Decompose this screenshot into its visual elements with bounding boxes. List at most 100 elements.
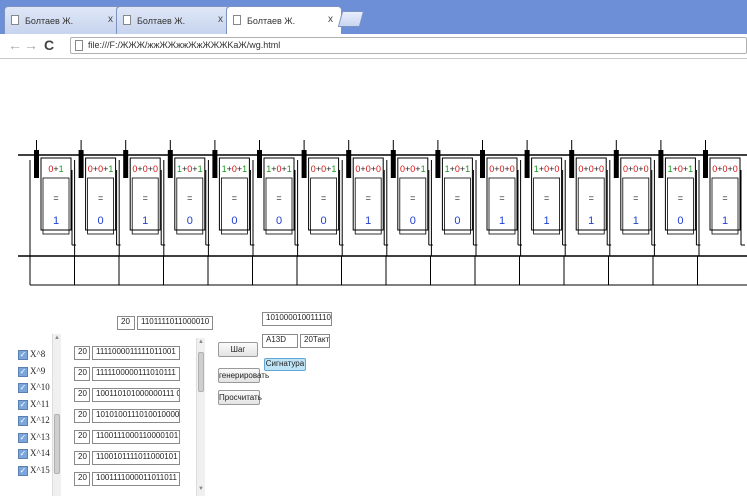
register-block bbox=[346, 150, 352, 178]
equals-label: = bbox=[589, 193, 594, 203]
bit-value: 1 bbox=[365, 215, 371, 227]
equals-label: = bbox=[366, 193, 371, 203]
scroll-down-icon[interactable]: ▼ bbox=[198, 486, 204, 492]
rows-scrollbar[interactable]: ▲ ▼ bbox=[196, 338, 205, 496]
polynomial-scrollbar[interactable]: ▲ bbox=[52, 334, 61, 496]
register-block bbox=[34, 150, 39, 178]
equals-label: = bbox=[187, 193, 192, 203]
op-label: 1+0+1 bbox=[668, 164, 694, 174]
row-count-field[interactable]: 20 bbox=[74, 346, 90, 360]
scroll-up-icon[interactable]: ▲ bbox=[54, 335, 60, 341]
bit-value: 0 bbox=[410, 215, 416, 227]
row-bits-field[interactable]: 1111000011111011001 bbox=[92, 346, 180, 360]
circuit-wires bbox=[18, 140, 747, 286]
polynomial-checkbox[interactable]: ✓ bbox=[18, 366, 28, 377]
polynomial-checkbox-label: X^15 bbox=[30, 464, 50, 475]
row-count-field[interactable]: 20 bbox=[74, 430, 90, 444]
op-label: 0+0+0 bbox=[489, 164, 515, 174]
equals-label: = bbox=[410, 193, 415, 203]
signature-button[interactable]: Сигнатура bbox=[264, 358, 306, 371]
count-field[interactable]: 20 bbox=[117, 316, 135, 330]
op-label: 0+1 bbox=[48, 164, 63, 174]
bit-value: 1 bbox=[499, 215, 505, 227]
signature-value-field[interactable]: 1010000100111101 bbox=[262, 312, 332, 326]
op-label: 0+0+0 bbox=[578, 164, 604, 174]
op-label: 0+0+1 bbox=[400, 164, 426, 174]
equals-label: = bbox=[455, 193, 460, 203]
sequence-field[interactable]: 1101111011000010 bbox=[137, 316, 213, 330]
op-label: 1+0+1 bbox=[222, 164, 248, 174]
polynomial-checkbox[interactable]: ✓ bbox=[18, 465, 28, 476]
bit-value: 1 bbox=[633, 215, 639, 227]
equals-label: = bbox=[499, 193, 504, 203]
polynomial-checkbox-label: X^10 bbox=[30, 382, 50, 392]
op-label: 0+0+0 bbox=[623, 164, 649, 174]
equals-label: = bbox=[633, 193, 638, 203]
row-count-field[interactable]: 20 bbox=[74, 472, 90, 486]
equals-label: = bbox=[143, 193, 148, 203]
polynomial-checkbox[interactable]: ✓ bbox=[18, 449, 28, 459]
register-block bbox=[480, 150, 485, 178]
equals-label: = bbox=[678, 193, 683, 203]
polynomial-checkbox-label: X^11 bbox=[30, 398, 50, 409]
op-label: 0+0+1 bbox=[311, 164, 337, 174]
op-label: 0+0+0 bbox=[355, 164, 381, 174]
polynomial-checkbox-label: X^13 bbox=[30, 431, 50, 442]
row-bits-field[interactable]: 1100111000110000101 bbox=[92, 430, 180, 444]
register-block bbox=[390, 150, 396, 178]
bit-value: 0 bbox=[231, 215, 237, 227]
equals-label: = bbox=[276, 193, 281, 203]
op-label: 0+0+0 bbox=[132, 164, 158, 174]
polynomial-checkbox[interactable]: ✓ bbox=[18, 399, 28, 410]
polynomial-checkbox-label: X^8 bbox=[30, 349, 46, 359]
row-count-field[interactable]: 20 bbox=[74, 451, 90, 465]
bit-value: 0 bbox=[677, 215, 683, 227]
op-label: 1+0+1 bbox=[177, 164, 203, 174]
row-bits-field[interactable]: 1001111000011011011 1 bbox=[92, 472, 180, 486]
register-block bbox=[257, 150, 262, 178]
row-bits-field[interactable]: 1010100111010010000 1 bbox=[92, 409, 180, 423]
bit-value: 1 bbox=[588, 215, 594, 227]
bit-value: 0 bbox=[276, 215, 282, 227]
register-block bbox=[569, 150, 575, 178]
polynomial-checkbox[interactable]: ✓ bbox=[18, 432, 28, 443]
op-label: 1+0+1 bbox=[266, 164, 292, 174]
polynomial-checkbox[interactable]: ✓ bbox=[18, 383, 28, 393]
register-block bbox=[212, 150, 218, 178]
polynomial-checkbox-label: X^12 bbox=[30, 415, 50, 425]
step-button[interactable]: Шаг bbox=[218, 342, 258, 357]
scroll-thumb[interactable] bbox=[54, 414, 60, 474]
row-count-field[interactable]: 20 bbox=[74, 367, 90, 381]
equals-label: = bbox=[232, 193, 237, 203]
row-bits-field[interactable]: 1111100000111010111 bbox=[92, 367, 180, 381]
bit-value: 1 bbox=[142, 215, 148, 227]
shift-register-diagram: 0+1 = 1 0+0+1 = 0 0+0+0 = 1 1+0+1 = 0 1+0+1 = 0 1+0+1 = 0… bbox=[18, 140, 747, 286]
op-label: 1+0+1 bbox=[445, 164, 471, 174]
bit-value: 0 bbox=[98, 215, 104, 227]
bit-value: 0 bbox=[187, 215, 193, 227]
compute-button[interactable]: Просчитать bbox=[218, 390, 262, 405]
scroll-thumb[interactable] bbox=[198, 352, 204, 392]
op-label: 0+0+1 bbox=[88, 164, 114, 174]
row-count-field[interactable]: 20 bbox=[74, 409, 90, 423]
equals-label: = bbox=[544, 193, 549, 203]
op-label: 0+0+0 bbox=[712, 164, 738, 174]
equals-label: = bbox=[321, 193, 326, 203]
row-count-field[interactable]: 20 bbox=[74, 388, 90, 402]
register-block bbox=[167, 150, 173, 178]
row-bits-field[interactable]: 1100101111011000101 1 bbox=[92, 451, 180, 465]
register-block bbox=[658, 150, 664, 178]
generate-button[interactable]: генерировать bbox=[218, 368, 269, 383]
row-bits-field[interactable]: 100110101000000111 00 bbox=[92, 388, 180, 402]
hex-value-field[interactable]: A13D bbox=[262, 334, 298, 348]
takt-field[interactable]: 20Такт bbox=[300, 334, 330, 348]
scroll-up-icon[interactable]: ▲ bbox=[198, 339, 204, 345]
bit-value: 0 bbox=[321, 215, 327, 227]
polynomial-checkbox[interactable]: ✓ bbox=[18, 350, 28, 360]
register-block bbox=[613, 150, 619, 178]
polynomial-checkbox[interactable]: ✓ bbox=[18, 416, 28, 426]
register-block bbox=[435, 150, 441, 178]
equals-label: = bbox=[722, 193, 727, 203]
op-label: 1+0+0 bbox=[534, 164, 560, 174]
register-block bbox=[301, 150, 307, 178]
